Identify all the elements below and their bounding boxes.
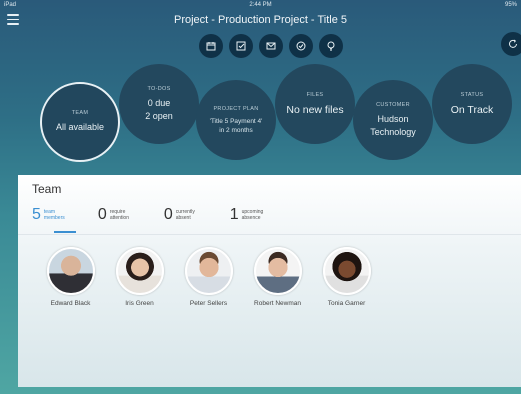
stat-label: require attention (109, 209, 129, 221)
status-value: On Track (450, 103, 494, 116)
customer-name-line2: Technology (370, 126, 416, 137)
avatar (46, 247, 95, 295)
member-name: Robert Newman (254, 300, 301, 307)
team-member[interactable]: Robert Newman (243, 247, 312, 308)
customer-name-line1: Hudson (377, 113, 409, 124)
team-member[interactable]: Edward Black (36, 247, 105, 308)
todos-bubble[interactable]: TO-DOS 0 due 2 open (119, 64, 199, 144)
mail-button[interactable] (259, 34, 283, 58)
avatar (322, 247, 371, 295)
files-value: No new files (286, 103, 344, 116)
team-members-list: Edward Black Iris Green Peter Sellers Ro… (36, 247, 381, 308)
project-plan-milestone: 'Title 5 Payment 4' (209, 117, 263, 125)
stat-upcoming-absence[interactable]: 1 upcoming absence (230, 206, 274, 224)
team-caption: TEAM (71, 110, 89, 116)
todos-open: 2 open (145, 110, 173, 121)
toolbar (199, 34, 343, 58)
files-bubble[interactable]: FILES No new files (275, 64, 355, 144)
lightbulb-button[interactable] (319, 34, 343, 58)
team-member[interactable]: Iris Green (105, 247, 174, 308)
stat-currently-absent[interactable]: 0 currently absent (164, 206, 208, 224)
stat-count: 5 (32, 206, 41, 223)
clock: 2:44 PM (249, 2, 272, 8)
active-stat-indicator (54, 231, 76, 233)
refresh-icon (509, 39, 517, 48)
member-name: Edward Black (50, 300, 91, 307)
team-member[interactable]: Peter Sellers (174, 247, 243, 308)
project-plan-caption: PROJECT PLAN (213, 105, 259, 112)
project-plan-bubble[interactable]: PROJECT PLAN 'Title 5 Payment 4' in 2 mo… (196, 80, 276, 160)
todos-caption: TO-DOS (147, 85, 171, 92)
check-button[interactable] (289, 34, 313, 58)
avatar (115, 247, 164, 295)
status-caption: STATUS (460, 91, 484, 98)
status-bubble[interactable]: STATUS On Track (432, 64, 512, 144)
customer-bubble[interactable]: CUSTOMER Hudson Technology (353, 80, 433, 160)
project-plan-due: in 2 months (219, 126, 253, 134)
battery-label: 95% (504, 2, 517, 8)
avatar (184, 247, 233, 295)
files-caption: FILES (306, 91, 324, 98)
task-icon (236, 41, 246, 51)
member-name: Peter Sellers (189, 300, 228, 307)
team-bubble[interactable]: TEAM All available (40, 82, 120, 162)
team-value: All available (55, 122, 105, 132)
team-stats: 5 team members 0 require attention 0 cur… (32, 206, 296, 224)
stat-count: 1 (229, 206, 239, 223)
stat-label: team members (43, 209, 65, 221)
calendar-icon (206, 42, 216, 51)
calendar-button[interactable] (199, 34, 223, 58)
stat-count: 0 (97, 206, 107, 223)
team-panel: Team 5 team members 0 require attention … (18, 175, 521, 387)
refresh-button[interactable] (501, 32, 521, 56)
customer-caption: CUSTOMER (376, 101, 410, 108)
stat-label: upcoming absence (241, 209, 264, 221)
member-name: Iris Green (125, 300, 154, 307)
divider (18, 234, 521, 235)
team-member[interactable]: Tonia Garner (312, 247, 381, 308)
member-name: Tonia Garner (327, 300, 366, 307)
status-bar: iPad 2:44 PM 95% (0, 0, 521, 12)
stat-label: currently absent (175, 209, 195, 221)
todos-due: 0 due (147, 97, 171, 108)
avatar (253, 247, 302, 295)
stat-team-members[interactable]: 5 team members (32, 206, 76, 224)
check-icon (296, 41, 306, 51)
team-panel-title: Team (32, 182, 62, 196)
task-button[interactable] (229, 34, 253, 58)
stat-count: 0 (163, 206, 173, 223)
mail-icon (266, 42, 276, 50)
lightbulb-icon (327, 41, 335, 51)
stat-require-attention[interactable]: 0 require attention (98, 206, 142, 224)
page-title: Project - Production Project - Title 5 (173, 14, 347, 26)
